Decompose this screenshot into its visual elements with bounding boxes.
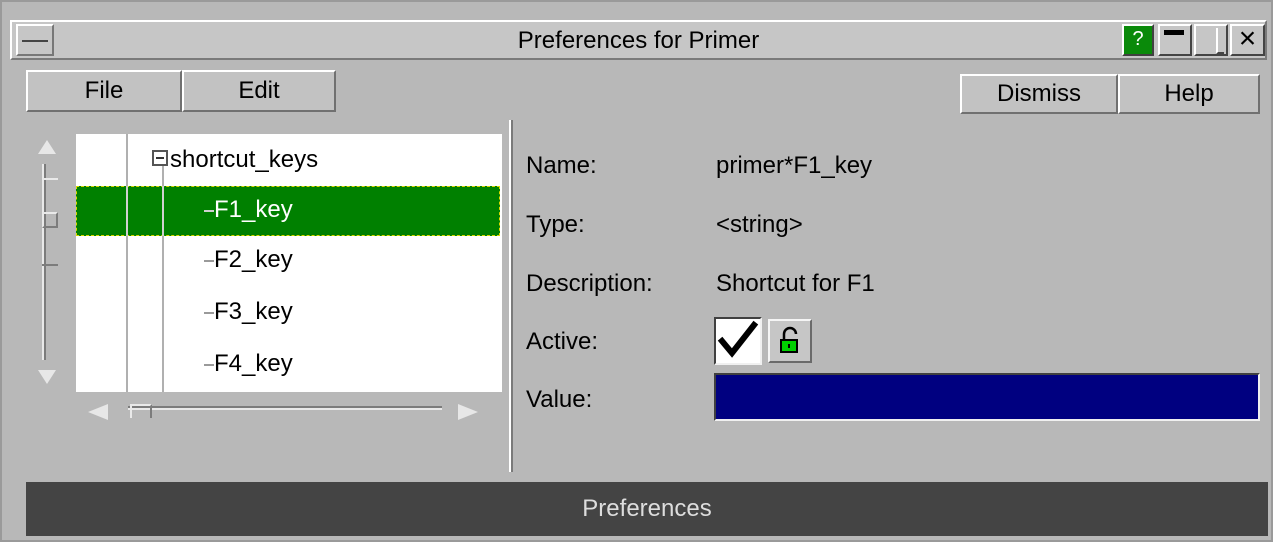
tree-horizontal-scrollbar[interactable] (76, 396, 502, 430)
tree-branch (204, 311, 214, 314)
tree-item-f2-key[interactable]: F2_key (204, 246, 293, 274)
preferences-window: Preferences for Primer ? × File Edit Dis… (0, 0, 1273, 542)
scroll-thumb[interactable] (42, 178, 58, 266)
checkmark-icon (717, 320, 759, 358)
collapse-icon[interactable] (152, 150, 168, 166)
tree-guide-line (126, 134, 128, 392)
title-bar[interactable]: Preferences for Primer ? × (10, 20, 1267, 60)
tree-item-f1-key[interactable]: F1_key (204, 196, 293, 224)
preferences-tree[interactable]: shortcut_keys F1_key F2_key F3_key F4_ke… (76, 134, 502, 392)
value-label: Value: (526, 386, 593, 413)
name-value: primer*F1_key (716, 152, 873, 179)
file-menu-button[interactable]: File (26, 70, 182, 112)
tree-branch (204, 259, 214, 262)
active-label: Active: (526, 328, 599, 355)
help-button[interactable]: Help (1118, 74, 1260, 114)
type-label: Type: (526, 211, 585, 238)
tree-branch (204, 363, 214, 366)
name-label: Name: (526, 152, 597, 179)
tree-item-label: F2_key (214, 246, 293, 273)
help-icon[interactable]: ? (1122, 24, 1154, 56)
dismiss-button[interactable]: Dismiss (960, 74, 1118, 114)
minimize-icon[interactable] (1158, 24, 1192, 56)
close-icon[interactable]: × (1230, 24, 1265, 56)
scroll-up-arrow-icon[interactable] (38, 140, 56, 154)
tree-item-f3-key[interactable]: F3_key (204, 298, 293, 326)
tree-item-label: F4_key (214, 350, 293, 377)
scroll-track[interactable] (128, 406, 442, 410)
window-title: Preferences for Primer (517, 27, 760, 54)
description-label: Description: (526, 270, 653, 297)
scroll-thumb[interactable] (130, 404, 152, 418)
tree-branch (204, 209, 214, 212)
lock-button[interactable] (768, 319, 812, 363)
maximize-icon[interactable] (1194, 24, 1228, 56)
status-bar: Preferences (26, 482, 1268, 536)
scroll-down-arrow-icon[interactable] (38, 370, 56, 384)
tree-vertical-scrollbar[interactable] (30, 134, 64, 392)
unlocked-padlock-icon (780, 326, 798, 353)
type-value: <string> (716, 211, 803, 238)
value-input[interactable] (714, 373, 1260, 421)
tree-item-f4-key[interactable]: F4_key (204, 350, 293, 378)
tree-guide-line (126, 186, 128, 236)
active-checkbox[interactable] (714, 317, 762, 365)
description-value: Shortcut for F1 (716, 270, 875, 297)
edit-menu-button[interactable]: Edit (182, 70, 336, 112)
tree-guide-line (162, 186, 164, 236)
scroll-left-arrow-icon[interactable] (88, 404, 108, 420)
panel-divider[interactable] (509, 120, 513, 472)
tree-item-label: F1_key (214, 196, 293, 223)
tree-item-label: F3_key (214, 298, 293, 325)
scroll-right-arrow-icon[interactable] (458, 404, 478, 420)
tree-item-shortcut-keys[interactable]: shortcut_keys (170, 146, 318, 174)
